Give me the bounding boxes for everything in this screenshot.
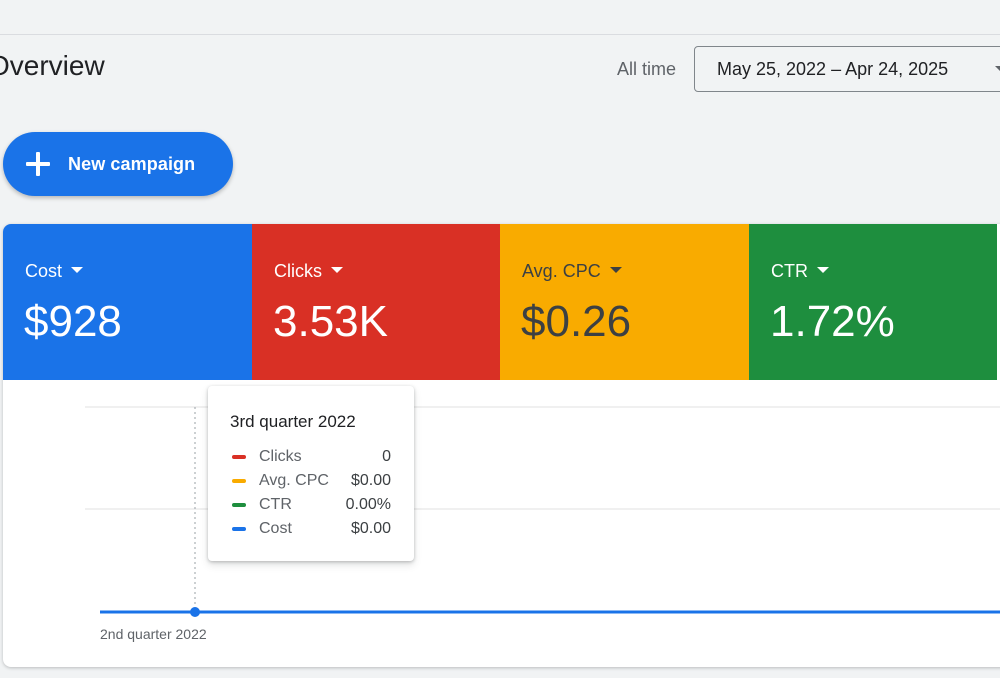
tooltip-row-cost: Cost $0.00 [230, 520, 394, 542]
tooltip-row-ctr: CTR 0.00% [230, 496, 394, 518]
new-campaign-label: New campaign [68, 154, 196, 174]
tooltip-row-value: 0.00% [345, 496, 391, 513]
tooltip-row-name: Cost [259, 520, 292, 537]
tooltip-row-value: $0.00 [350, 520, 391, 537]
tooltip-row-name: CTR [259, 496, 292, 513]
chart-svg: 2nd quarter 2022 [85, 406, 1000, 642]
tooltip-row-value: $0.00 [350, 472, 391, 489]
top-divider [0, 34, 1000, 35]
tooltip-row-value: 0 [382, 448, 391, 465]
tooltip-row-name: Avg. CPC [259, 472, 329, 489]
plus-icon [26, 152, 50, 176]
data-point[interactable] [190, 607, 200, 617]
date-range-picker[interactable]: May 25, 2022 – Apr 24, 2025 [694, 46, 1000, 92]
tooltip-row-clicks: Clicks 0 [230, 448, 394, 470]
dropdown-arrow-icon [995, 66, 1000, 71]
legend-swatch-cost [232, 527, 246, 531]
new-campaign-button[interactable]: New campaign [3, 132, 233, 196]
legend-swatch-avg-cpc [232, 479, 246, 483]
tooltip-row-name: Clicks [259, 448, 302, 465]
date-range-label: All time [617, 59, 677, 79]
chart-tooltip: 3rd quarter 2022 Clicks 0 Avg. CPC $0.00… [208, 386, 414, 561]
tooltip-row-avg-cpc: Avg. CPC $0.00 [230, 472, 394, 494]
tooltip-title: 3rd quarter 2022 [230, 412, 356, 431]
performance-card: Cost $928 Clicks 3.53K Avg. CPC $0.26 CT… [3, 224, 1000, 667]
x-tick-label: 2nd quarter 2022 [100, 626, 207, 642]
legend-swatch-clicks [232, 455, 246, 459]
page-title: Overview [0, 50, 105, 81]
date-range-value: May 25, 2022 – Apr 24, 2025 [717, 59, 949, 79]
legend-swatch-ctr [232, 503, 246, 507]
